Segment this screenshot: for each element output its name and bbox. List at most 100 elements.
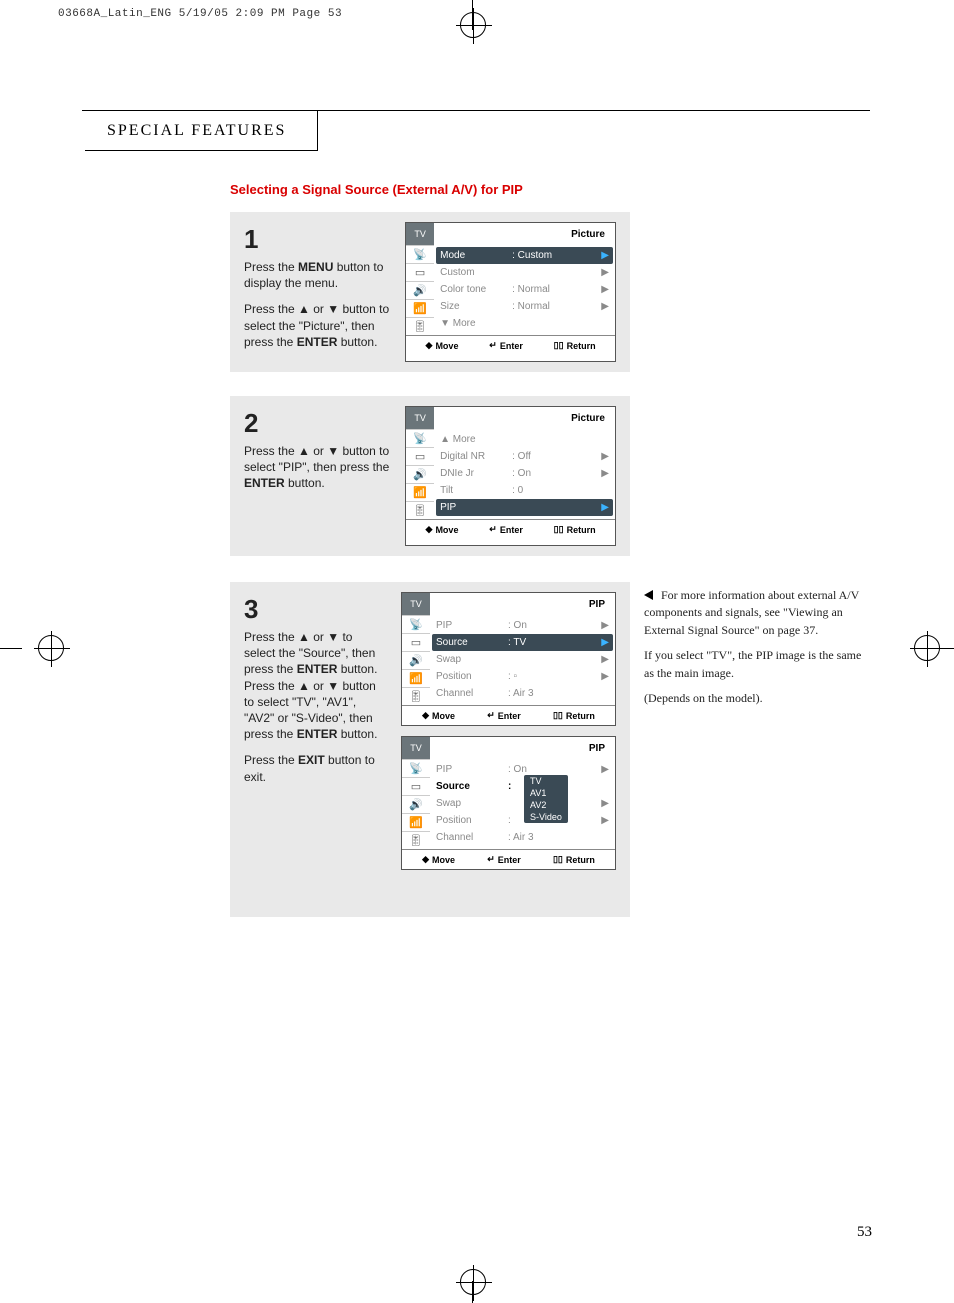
osd-row-mode: Mode: Custom▶	[436, 247, 613, 264]
osd-row-source: Source:	[436, 778, 609, 795]
hint-return: ▯▯ Return	[553, 854, 595, 865]
hint-enter: ↵ Enter	[487, 854, 521, 865]
osd-row-position: Position:▶	[436, 812, 609, 829]
osd-title: Picture	[434, 229, 615, 240]
osd-footer: ◆ Move ↵ Enter ▯▯ Return	[402, 849, 615, 869]
channel-icon: 📶	[402, 669, 430, 687]
channel-icon: 📶	[402, 813, 430, 831]
setup-icon: 🎚	[406, 501, 434, 519]
text-bold: ENTER	[244, 476, 285, 490]
osd-row-swap: Swap▶	[436, 651, 609, 668]
osd-row-channel: Channel: Air 3	[436, 685, 609, 702]
osd-title: Picture	[434, 413, 615, 424]
osd-source-label: TV	[406, 223, 434, 245]
hint-move: ◆ Move	[422, 854, 455, 865]
input-icon: 📡	[402, 615, 430, 633]
registration-mark	[914, 635, 940, 661]
osd-row-size: Size: Normal▶	[440, 298, 609, 315]
step-2: 2 Press the ▲ or ▼ button to select "PIP…	[230, 396, 630, 556]
source-popup: TV AV1 AV2 S-Video	[524, 775, 568, 823]
sound-icon: 🔊	[402, 651, 430, 669]
setup-icon: 🎚	[406, 317, 434, 335]
hint-enter: ↵ Enter	[489, 524, 523, 535]
text: button.	[285, 476, 325, 490]
input-icon: 📡	[402, 759, 430, 777]
osd-row-pip: PIP: On▶	[436, 761, 609, 778]
step-2-text: 2 Press the ▲ or ▼ button to select "PIP…	[244, 406, 391, 546]
osd-icon-column: 📡 ▭ 🔊 📶 🎚	[402, 615, 430, 705]
hint-return: ▯▯ Return	[554, 340, 596, 351]
text-bold: ENTER	[297, 662, 338, 676]
osd-icon-column: 📡 ▭ 🔊 📶 🎚	[402, 759, 430, 849]
hint-enter: ↵ Enter	[487, 710, 521, 721]
osd-source-label: TV	[402, 593, 430, 615]
text: Press the ▲ or ▼ button to select "PIP",…	[244, 444, 389, 474]
osd-picture-menu-2: TV Picture 📡 ▭ 🔊 📶 🎚 ▲ More Digital NR: …	[405, 406, 616, 546]
osd-row-more: ▼ More	[440, 315, 609, 332]
registration-mark	[38, 635, 64, 661]
osd-source-label: TV	[406, 407, 434, 429]
setup-icon: 🎚	[402, 831, 430, 849]
step-number: 3	[244, 592, 387, 627]
text-bold: ENTER	[297, 727, 338, 741]
osd-row-colortone: Color tone: Normal▶	[440, 281, 609, 298]
osd-footer: ◆ Move ↵ Enter ▯▯ Return	[406, 335, 615, 355]
osd-icon-column: 📡 ▭ 🔊 📶 🎚	[406, 429, 434, 519]
hint-return: ▯▯ Return	[554, 524, 596, 535]
chapter-heading-box: SPECIAL FEATURES	[85, 111, 318, 151]
osd-title: PIP	[430, 743, 615, 754]
osd-row-pip: PIP▶	[436, 499, 613, 516]
popup-item-tv: TV	[524, 775, 568, 787]
hint-move: ◆ Move	[422, 710, 455, 721]
picture-icon: ▭	[402, 633, 430, 651]
step-1-text: 1 Press the MENU button to display the m…	[244, 222, 391, 362]
setup-icon: 🎚	[402, 687, 430, 705]
osd-row-swap: Swap▶	[436, 795, 609, 812]
osd-footer: ◆ Move ↵ Enter ▯▯ Return	[402, 705, 615, 725]
osd-pip-menu-b: TV PIP 📡 ▭ 🔊 📶 🎚 PIP: On▶ Source: Swap▶ …	[401, 736, 616, 870]
registration-mark	[460, 1269, 486, 1295]
osd-pip-menu-a: TV PIP 📡 ▭ 🔊 📶 🎚 PIP: On▶ Source: TV▶ Sw…	[401, 592, 616, 726]
popup-item-av1: AV1	[524, 787, 568, 799]
note-text: For more information about external A/V …	[644, 588, 859, 637]
text-bold: ENTER	[297, 335, 338, 349]
osd-row-dnie: DNIe Jr: On▶	[440, 465, 609, 482]
picture-icon: ▭	[406, 447, 434, 465]
step-1: 1 Press the MENU button to display the m…	[230, 212, 630, 372]
text-bold: MENU	[298, 260, 333, 274]
step-3: 3 Press the ▲ or ▼ to select the "Source…	[230, 582, 630, 917]
osd-icon-column: 📡 ▭ 🔊 📶 🎚	[406, 245, 434, 335]
osd-row-custom: Custom▶	[440, 264, 609, 281]
osd-footer: ◆ Move ↵ Enter ▯▯ Return	[406, 519, 615, 539]
input-icon: 📡	[406, 245, 434, 263]
hint-return: ▯▯ Return	[553, 710, 595, 721]
osd-row-source: Source: TV▶	[432, 634, 613, 651]
osd-row-channel: Channel: Air 3	[436, 829, 609, 846]
page-number: 53	[857, 1224, 872, 1241]
text: Press the	[244, 753, 298, 767]
print-header: 03668A_Latin_ENG 5/19/05 2:09 PM Page 53	[58, 8, 342, 20]
channel-icon: 📶	[406, 483, 434, 501]
osd-row-tilt: Tilt: 0	[440, 482, 609, 499]
step-number: 1	[244, 222, 391, 257]
hint-move: ◆ Move	[426, 524, 459, 535]
text: button.	[337, 335, 377, 349]
note-text: (Depends on the model).	[644, 690, 869, 707]
text-bold: EXIT	[298, 753, 325, 767]
input-icon: 📡	[406, 429, 434, 447]
osd-picture-menu: TV Picture 📡 ▭ 🔊 📶 🎚 Mode: Custom▶ Custo…	[405, 222, 616, 362]
crop-mark	[0, 648, 22, 649]
note-text: If you select "TV", the PIP image is the…	[644, 647, 869, 682]
sound-icon: 🔊	[402, 795, 430, 813]
chapter-title: SPECIAL FEATURES	[107, 122, 286, 140]
text: button.	[337, 727, 377, 741]
pointer-left-icon	[644, 590, 653, 600]
osd-source-label: TV	[402, 737, 430, 759]
popup-item-av2: AV2	[524, 799, 568, 811]
osd-row-pip: PIP: On▶	[436, 617, 609, 634]
channel-icon: 📶	[406, 299, 434, 317]
osd-row-dnr: Digital NR: Off▶	[440, 448, 609, 465]
text: Press the	[244, 260, 298, 274]
popup-item-svideo: S-Video	[524, 811, 568, 823]
side-note: For more information about external A/V …	[644, 587, 869, 715]
